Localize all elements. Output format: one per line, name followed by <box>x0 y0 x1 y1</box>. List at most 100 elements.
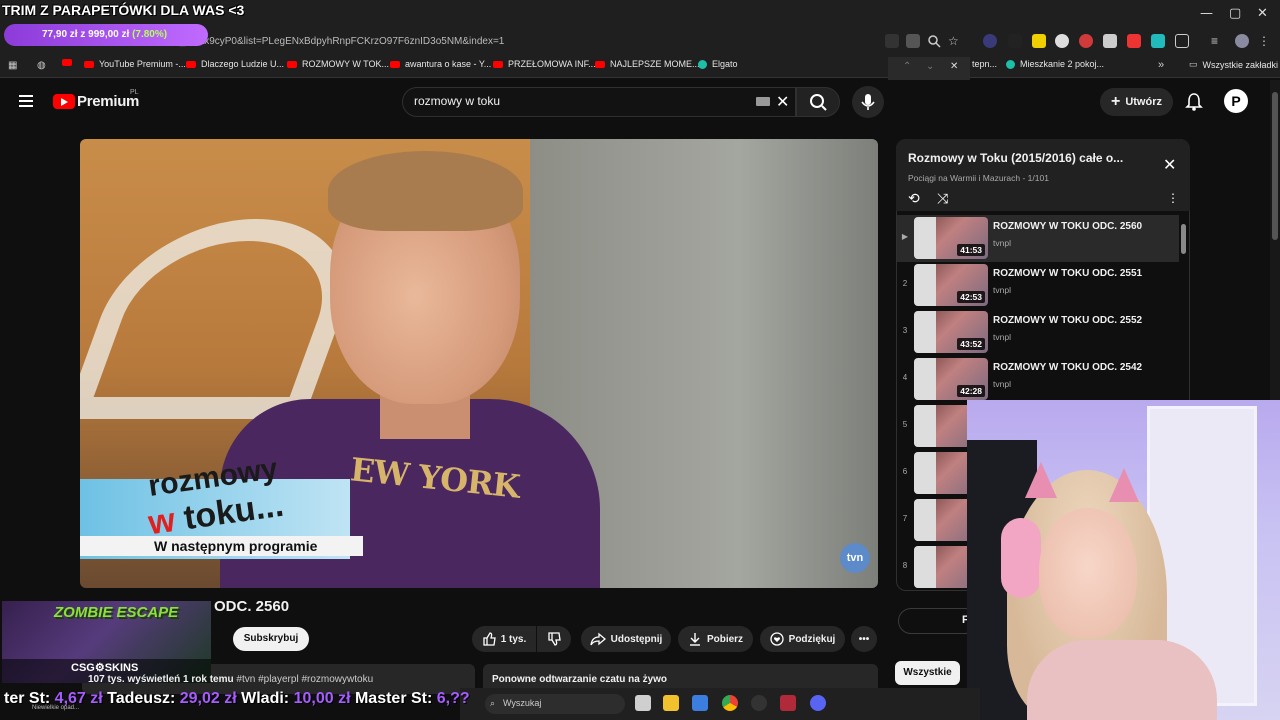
bookmark-item[interactable]: NAJLEPSZE MOME... <box>595 59 700 69</box>
obs-icon[interactable] <box>751 695 767 711</box>
more-actions-button[interactable]: ••• <box>851 626 877 652</box>
playlist-title[interactable]: Rozmowy w Toku (2015/2016) całe o... <box>908 151 1148 165</box>
task-view-icon[interactable] <box>635 695 651 711</box>
sponsor-name: CSG⚙SKINS <box>71 662 139 674</box>
ticker-amount: 6,?? <box>436 690 470 707</box>
voice-search-button[interactable] <box>852 86 884 118</box>
notifications-bell-icon[interactable] <box>1185 92 1203 117</box>
playlist-item-channel: tvnpl <box>993 379 1011 389</box>
site-icon[interactable]: ◍ <box>37 60 46 71</box>
close-playlist-icon[interactable]: ✕ <box>1163 155 1176 175</box>
stream-goal-title: TRIM Z PARAPETÓWKI DLA WAS <3 <box>2 2 245 18</box>
menu-hamburger-icon[interactable] <box>19 92 33 110</box>
bookmark-item[interactable]: awantura o kase - Y... <box>390 59 491 69</box>
extension-icon[interactable] <box>1032 34 1046 48</box>
playlist-item[interactable]: 3 43:52 ROZMOWY W TOKU ODC. 2552 tvnpl <box>897 309 1179 356</box>
page-scrollbar-thumb[interactable] <box>1272 92 1278 240</box>
star-icon[interactable]: ☆ <box>948 34 962 48</box>
bookmark-item[interactable]: Mieszkanie 2 pokoj... <box>1006 59 1104 69</box>
bookmark-label: Elgato <box>712 59 738 69</box>
bookmark-item[interactable]: Elgato <box>698 59 738 69</box>
playlist-subtitle: Pociągi na Warmii i Mazurach - 1/101 <box>908 173 1049 183</box>
playlist-scrollbar-thumb[interactable] <box>1181 224 1186 254</box>
playlist-item[interactable]: 4 42:28 ROZMOWY W TOKU ODC. 2542 tvnpl <box>897 356 1179 403</box>
menu-icon[interactable]: ⋮ <box>1258 34 1272 48</box>
bookmark-item[interactable]: PRZEŁOMOWA INF... <box>493 59 596 69</box>
download-icon <box>689 633 700 646</box>
ticker-name: Tadeusz: <box>102 690 180 707</box>
extension-icon[interactable] <box>906 34 920 48</box>
search-icon <box>810 94 827 111</box>
bookmarks-overflow-icon[interactable]: » <box>1158 59 1164 71</box>
all-bookmarks-button[interactable]: ▭ Wszystkie zakładki <box>1189 59 1278 70</box>
search-button[interactable] <box>796 87 840 117</box>
keyboard-icon[interactable] <box>756 97 770 106</box>
playlist-index: 2 <box>902 279 908 288</box>
chrome-icon[interactable] <box>722 695 738 711</box>
playlist-index: 5 <box>902 420 908 429</box>
playlist-item[interactable]: 2 42:53 ROZMOWY W TOKU ODC. 2551 tvnpl <box>897 262 1179 309</box>
app-icon[interactable] <box>780 695 796 711</box>
file-explorer-icon[interactable] <box>663 695 679 711</box>
loop-icon[interactable]: ⟲ <box>908 190 920 207</box>
playlist-item[interactable]: ▶ 41:53 ROZMOWY W TOKU ODC. 2560 tvnpl <box>897 215 1179 262</box>
close-window-button[interactable]: ✕ <box>1257 6 1268 21</box>
extensions-puzzle-icon[interactable] <box>1175 34 1189 48</box>
shuffle-icon[interactable]: ⤨ <box>937 190 948 207</box>
bookmark-label: awantura o kase - Y... <box>405 59 492 69</box>
subscribe-button[interactable]: Subskrybuj <box>233 627 309 651</box>
streamer-face <box>1039 508 1137 638</box>
extension-icon[interactable] <box>1127 34 1141 48</box>
minimize-button[interactable]: — <box>1200 6 1213 21</box>
discord-icon[interactable] <box>810 695 826 711</box>
dislike-button[interactable] <box>537 626 571 652</box>
playlist-more-icon[interactable]: ⋮ <box>1167 191 1179 205</box>
extension-icon[interactable] <box>983 34 997 48</box>
bookmark-item[interactable] <box>62 59 72 66</box>
playing-indicator-icon: ▶ <box>901 232 909 241</box>
find-close-icon[interactable]: ✕ <box>950 61 958 72</box>
extension-icon[interactable] <box>1079 34 1093 48</box>
filter-chip-all[interactable]: Wszystkie <box>895 661 960 685</box>
bookmark-label: ROZMOWY W TOK... <box>302 59 390 69</box>
like-button[interactable]: 1 tys. <box>472 626 536 652</box>
profile-icon[interactable] <box>1235 34 1249 48</box>
find-prev-icon[interactable]: ⌃ <box>903 61 911 72</box>
download-button[interactable]: Pobierz <box>678 626 753 652</box>
youtube-icon <box>287 60 297 68</box>
thanks-button[interactable]: Podziękuj <box>760 626 845 652</box>
bookmark-item[interactable]: tepn... <box>972 59 997 69</box>
youtube-logo-icon[interactable] <box>53 94 75 109</box>
ticker-amount: 10,00 zł <box>293 690 351 707</box>
account-avatar[interactable]: P <box>1224 89 1248 113</box>
bookmark-item[interactable]: YouTube Premium -... <box>84 59 186 69</box>
extension-icon[interactable] <box>1008 34 1022 48</box>
playlist-thumbnail: 42:53 <box>914 264 988 306</box>
apps-icon[interactable]: ▦ <box>8 60 17 71</box>
clear-search-icon[interactable]: ✕ <box>776 92 789 112</box>
share-button[interactable]: Udostępnij <box>581 626 671 652</box>
search-input-value[interactable]: rozmowy w toku <box>414 94 500 108</box>
install-icon[interactable] <box>885 34 899 48</box>
bookmark-item[interactable]: ROZMOWY W TOK... <box>287 59 389 69</box>
bookmark-item[interactable]: Dlaczego Ludzie U... <box>186 59 284 69</box>
like-count: 1 tys. <box>500 633 527 645</box>
shield-icon[interactable] <box>1103 34 1117 48</box>
find-next-icon[interactable]: ⌄ <box>926 61 934 72</box>
store-icon[interactable] <box>692 695 708 711</box>
goal-progress-text: 77,90 zł z 999,00 zł (7.80%) <box>42 29 167 40</box>
duration-badge: 42:28 <box>957 385 985 397</box>
share-label: Udostępnij <box>610 633 663 645</box>
create-button[interactable]: + Utwórz <box>1100 88 1173 116</box>
channel-bug-logo: tvn <box>840 543 870 573</box>
create-label: Utwórz <box>1125 96 1162 108</box>
weather-widget-text[interactable]: Niewielkie opad... <box>32 705 79 711</box>
zoom-icon[interactable] <box>927 34 941 48</box>
extension-icon[interactable] <box>1055 34 1069 48</box>
chat-replay-label: Ponowne odtwarzanie czatu na żywo <box>492 674 668 685</box>
media-icon[interactable]: ≡ <box>1211 34 1225 48</box>
video-player[interactable]: EW YORK rozmowy w toku... W następnym pr… <box>80 139 878 588</box>
extension-icon[interactable] <box>1151 34 1165 48</box>
maximize-button[interactable]: ▢ <box>1229 6 1241 21</box>
ticker-name: Wladi: <box>236 690 294 707</box>
